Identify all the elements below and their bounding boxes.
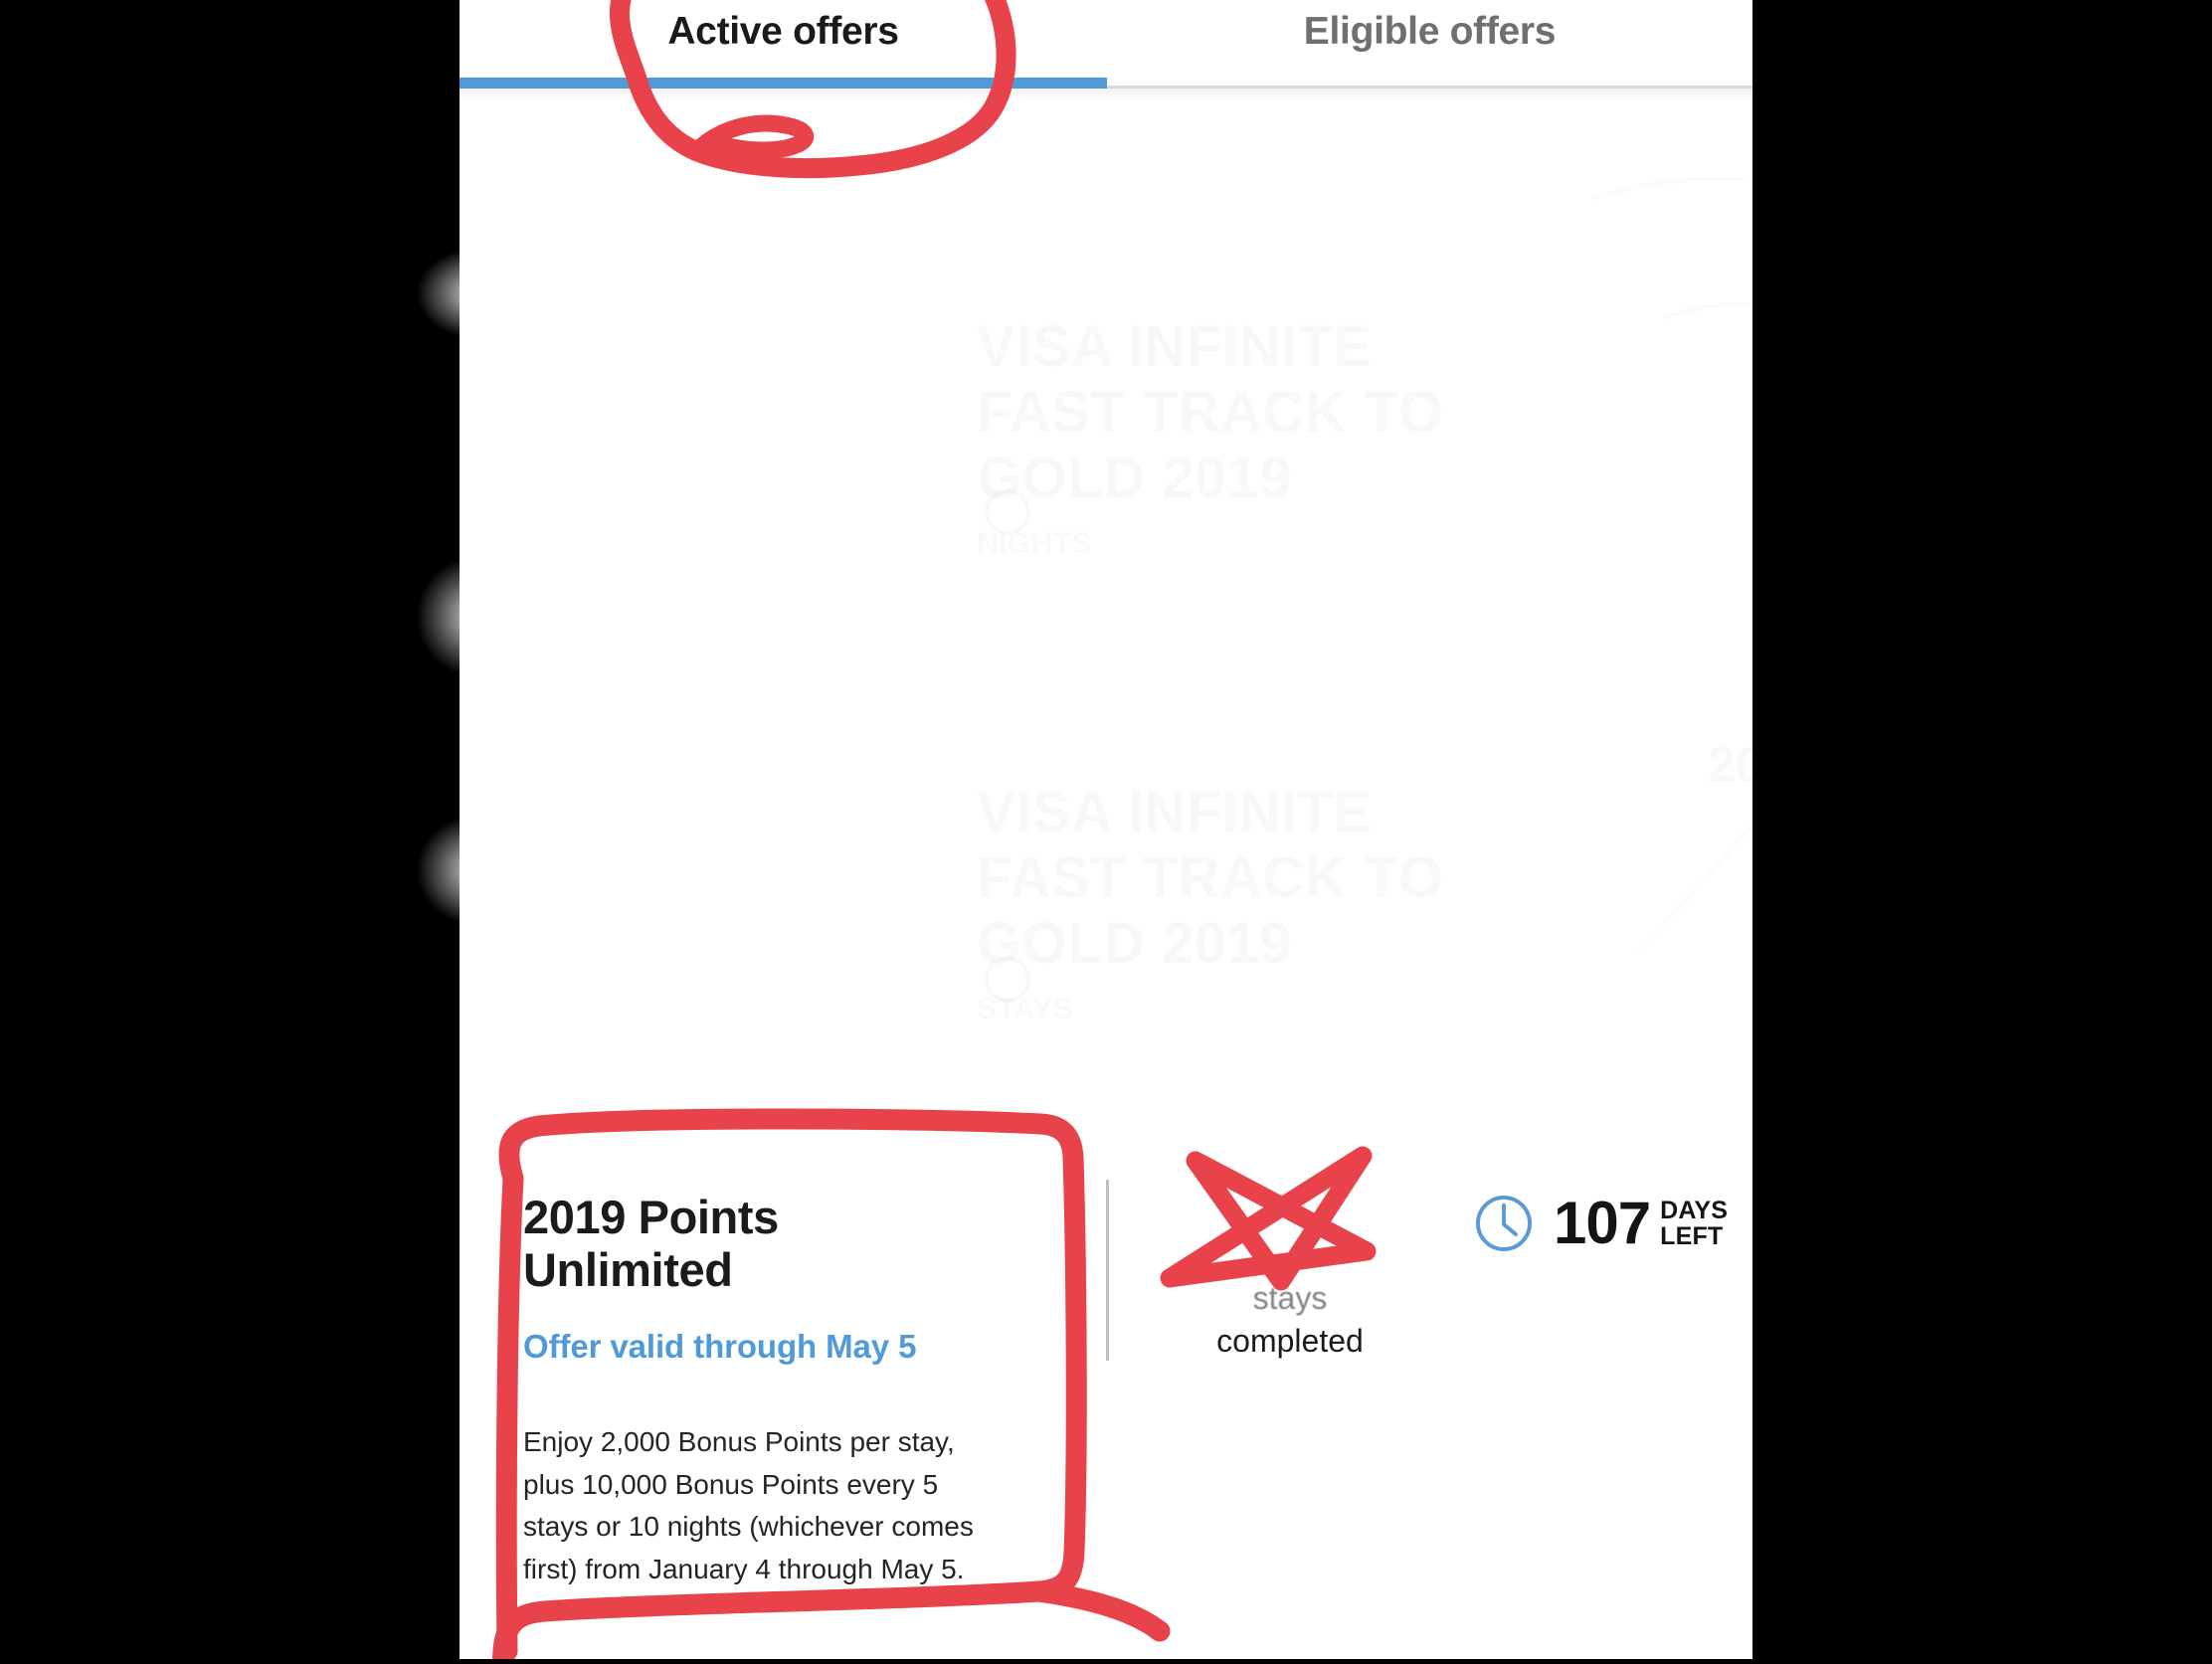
ghost-subheading-top: NIGHTS [977, 527, 1443, 561]
ghost-heading-bottom-text: VISA INFINITE FAST TRACK TO GOLD 2019 [977, 780, 1444, 977]
tab-active-offers-label: Active offers [667, 10, 899, 53]
offer-title: 2019 Points Unlimited [523, 1191, 779, 1296]
tab-bar: Active offers Eligible offers [460, 0, 1752, 100]
ghost-map-graphic [1514, 139, 1752, 975]
offer-card: 2019 Points Unlimited Offer valid throug… [460, 1114, 1752, 1659]
stat-stays-completed: stays completed [1136, 1154, 1444, 1363]
stat-days-value: 107 [1554, 1190, 1651, 1256]
offer-description: Enjoy 2,000 Bonus Points per stay, plus … [523, 1426, 974, 1584]
stat-days-unit-line1: DAYS [1660, 1196, 1729, 1224]
ghost-subheading-bottom: STAYS [977, 993, 1443, 1026]
ghost-badge-icon [985, 957, 1030, 1003]
clock-icon [1472, 1192, 1536, 1255]
stat-days-unit-line2: LEFT [1660, 1222, 1724, 1250]
ghost-heading-top: VISA INFINITE FAST TRACK TO GOLD 2019 NI… [977, 249, 1443, 628]
offer-card-details: 2019 Points Unlimited Offer valid throug… [523, 1114, 1060, 1659]
stat-stays-value [1136, 1154, 1444, 1253]
tab-active-indicator [460, 78, 1107, 89]
tab-eligible-offers[interactable]: Eligible offers [1107, 0, 1752, 95]
stat-days-left: 107 DAYS LEFT [1472, 1192, 1728, 1255]
ghost-number-bottom: 20 [1708, 737, 1752, 793]
tab-bar-shadow [460, 89, 1752, 100]
ghost-badge-icon [985, 489, 1030, 535]
stat-stays-label-line1: stays [1252, 1280, 1328, 1316]
offer-card-divider [1106, 1180, 1109, 1361]
ghost-heading-top-text: VISA INFINITE FAST TRACK TO GOLD 2019 [977, 314, 1444, 511]
ghost-heading-bottom: VISA INFINITE FAST TRACK TO GOLD 2019 ST… [977, 714, 1443, 1093]
stat-stays-label-line2: completed [1216, 1322, 1364, 1359]
tab-eligible-offers-label: Eligible offers [1303, 10, 1557, 53]
offer-validity: Offer valid through May 5 [523, 1328, 917, 1366]
stat-stays-label: stays completed [1136, 1277, 1444, 1363]
stat-days-unit: DAYS LEFT [1660, 1196, 1729, 1250]
app-viewport: VISA INFINITE FAST TRACK TO GOLD 2019 NI… [460, 0, 1752, 1659]
